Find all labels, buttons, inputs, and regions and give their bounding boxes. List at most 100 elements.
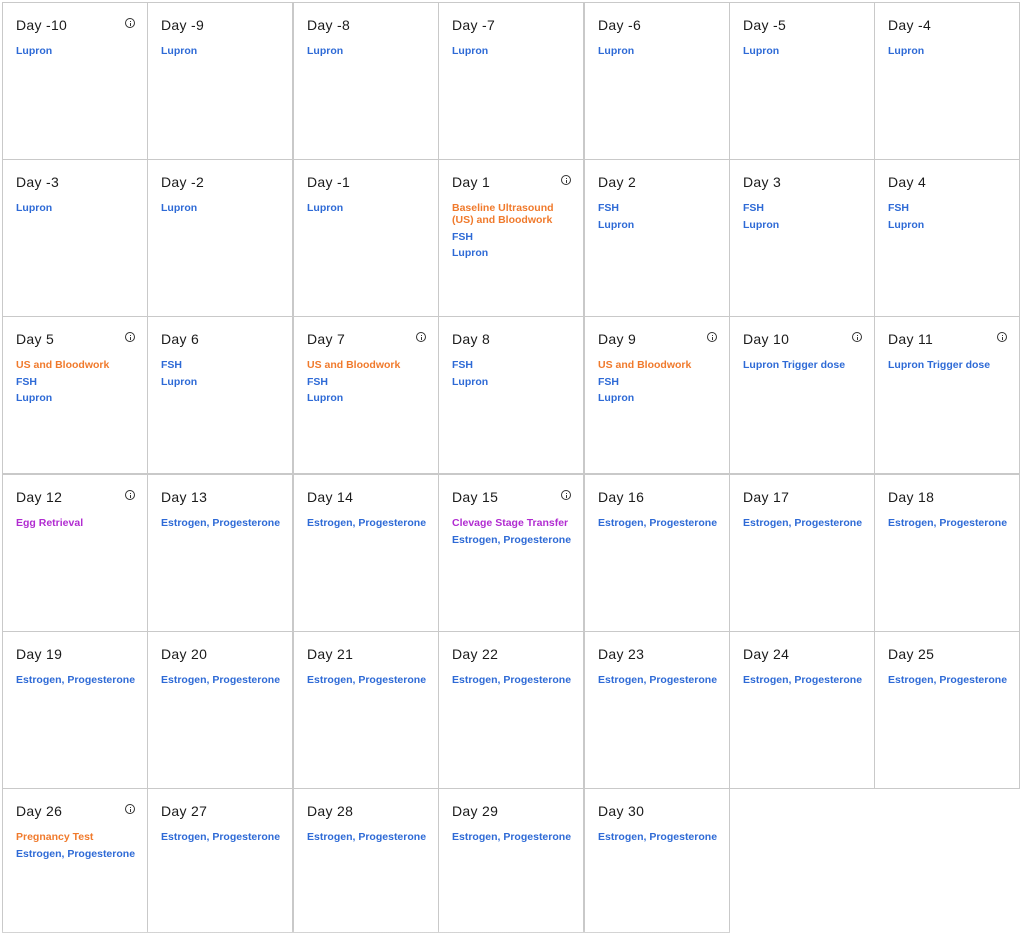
info-icon[interactable]: [125, 18, 135, 28]
event-item[interactable]: Estrogen, Progesterone: [598, 831, 721, 843]
event-item[interactable]: Lupron: [598, 45, 721, 57]
day-cell[interactable]: Day 19 Estrogen, Progesterone: [2, 631, 148, 789]
event-item[interactable]: Lupron: [16, 202, 139, 214]
event-item[interactable]: Lupron: [161, 202, 284, 214]
event-item[interactable]: Estrogen, Progesterone: [452, 534, 575, 546]
info-icon[interactable]: [561, 175, 571, 185]
day-cell[interactable]: Day -6 Lupron: [584, 2, 730, 160]
event-item[interactable]: FSH: [16, 376, 139, 388]
event-item[interactable]: FSH: [161, 359, 284, 371]
event-item[interactable]: Pregnancy Test: [16, 831, 139, 843]
day-cell[interactable]: Day 3 FSH Lupron: [729, 159, 875, 317]
event-item[interactable]: Estrogen, Progesterone: [307, 831, 430, 843]
info-icon[interactable]: [125, 490, 135, 500]
day-cell[interactable]: Day 2 FSH Lupron: [584, 159, 730, 317]
day-cell[interactable]: Day -4 Lupron: [874, 2, 1020, 160]
day-cell[interactable]: Day 9 US and Bloodwork FSH Lupron: [584, 316, 730, 474]
day-cell[interactable]: Day 24 Estrogen, Progesterone: [729, 631, 875, 789]
day-cell[interactable]: Day 27 Estrogen, Progesterone: [147, 788, 293, 933]
event-item[interactable]: Egg Retrieval: [16, 517, 139, 529]
info-icon[interactable]: [125, 332, 135, 342]
event-item[interactable]: Lupron: [161, 45, 284, 57]
event-item[interactable]: Estrogen, Progesterone: [598, 674, 721, 686]
event-item[interactable]: Lupron: [888, 219, 1011, 231]
day-cell[interactable]: Day -5 Lupron: [729, 2, 875, 160]
event-item[interactable]: Clevage Stage Transfer: [452, 517, 575, 529]
event-item[interactable]: Estrogen, Progesterone: [598, 517, 721, 529]
day-cell[interactable]: Day 28 Estrogen, Progesterone: [293, 788, 439, 933]
day-cell[interactable]: Day 30 Estrogen, Progesterone: [584, 788, 730, 933]
event-item[interactable]: Estrogen, Progesterone: [161, 831, 284, 843]
event-item[interactable]: Estrogen, Progesterone: [307, 674, 430, 686]
day-cell[interactable]: Day 20 Estrogen, Progesterone: [147, 631, 293, 789]
info-icon[interactable]: [707, 332, 717, 342]
event-item[interactable]: FSH: [598, 376, 721, 388]
info-icon[interactable]: [125, 804, 135, 814]
event-item[interactable]: Lupron Trigger dose: [888, 359, 1011, 371]
event-item[interactable]: Estrogen, Progesterone: [16, 848, 139, 860]
event-item[interactable]: Lupron: [743, 45, 866, 57]
event-item[interactable]: FSH: [452, 231, 575, 243]
day-cell[interactable]: Day 17 Estrogen, Progesterone: [729, 474, 875, 632]
day-cell[interactable]: Day 23 Estrogen, Progesterone: [584, 631, 730, 789]
event-item[interactable]: Lupron Trigger dose: [743, 359, 866, 371]
day-cell[interactable]: Day 14 Estrogen, Progesterone: [293, 474, 439, 632]
day-cell[interactable]: Day 21 Estrogen, Progesterone: [293, 631, 439, 789]
day-cell[interactable]: Day 8 FSH Lupron: [438, 316, 584, 474]
event-item[interactable]: US and Bloodwork: [16, 359, 139, 371]
day-cell[interactable]: Day 7 US and Bloodwork FSH Lupron: [293, 316, 439, 474]
day-cell[interactable]: Day -7 Lupron: [438, 2, 584, 160]
event-item[interactable]: Estrogen, Progesterone: [743, 674, 866, 686]
day-cell[interactable]: Day -2 Lupron: [147, 159, 293, 317]
event-item[interactable]: FSH: [452, 359, 575, 371]
day-cell[interactable]: Day 11 Lupron Trigger dose: [874, 316, 1020, 474]
event-item[interactable]: Lupron: [161, 376, 284, 388]
info-icon[interactable]: [416, 332, 426, 342]
event-item[interactable]: Estrogen, Progesterone: [743, 517, 866, 529]
event-item[interactable]: Lupron: [307, 202, 430, 214]
day-cell[interactable]: Day 4 FSH Lupron: [874, 159, 1020, 317]
day-cell[interactable]: Day -3 Lupron: [2, 159, 148, 317]
day-cell[interactable]: Day 22 Estrogen, Progesterone: [438, 631, 584, 789]
event-item[interactable]: Lupron: [598, 392, 721, 404]
event-item[interactable]: US and Bloodwork: [598, 359, 721, 371]
event-item[interactable]: Lupron: [452, 45, 575, 57]
day-cell[interactable]: Day 6 FSH Lupron: [147, 316, 293, 474]
info-icon[interactable]: [561, 490, 571, 500]
event-item[interactable]: Estrogen, Progesterone: [888, 517, 1011, 529]
day-cell[interactable]: Day 13 Estrogen, Progesterone: [147, 474, 293, 632]
event-item[interactable]: Lupron: [16, 392, 139, 404]
day-cell[interactable]: Day 1 Baseline Ultrasound (US) and Bloodw…: [438, 159, 584, 317]
day-cell[interactable]: Day 10 Lupron Trigger dose: [729, 316, 875, 474]
event-item[interactable]: Lupron: [16, 45, 139, 57]
day-cell[interactable]: Day 25 Estrogen, Progesterone: [874, 631, 1020, 789]
event-item[interactable]: Estrogen, Progesterone: [888, 674, 1011, 686]
day-cell[interactable]: Day -10 Lupron: [2, 2, 148, 160]
event-item[interactable]: Baseline Ultrasound (US) and Bloodwork: [452, 202, 575, 226]
day-cell[interactable]: Day -1 Lupron: [293, 159, 439, 317]
day-cell[interactable]: Day 18 Estrogen, Progesterone: [874, 474, 1020, 632]
day-cell[interactable]: Day 15 Clevage Stage Transfer Estrogen, Pr…: [438, 474, 584, 632]
event-item[interactable]: Lupron: [452, 376, 575, 388]
day-cell[interactable]: Day 12 Egg Retrieval: [2, 474, 148, 632]
info-icon[interactable]: [852, 332, 862, 342]
day-cell[interactable]: Day 29 Estrogen, Progesterone: [438, 788, 584, 933]
day-cell[interactable]: Day 26 Pregnancy Test Estrogen, Progestero…: [2, 788, 148, 933]
event-item[interactable]: Estrogen, Progesterone: [16, 674, 139, 686]
event-item[interactable]: Estrogen, Progesterone: [452, 831, 575, 843]
event-item[interactable]: FSH: [307, 376, 430, 388]
day-cell[interactable]: Day 5 US and Bloodwork FSH Lupron: [2, 316, 148, 474]
event-item[interactable]: FSH: [888, 202, 1011, 214]
event-item[interactable]: Estrogen, Progesterone: [161, 674, 284, 686]
event-item[interactable]: Lupron: [888, 45, 1011, 57]
event-item[interactable]: Lupron: [598, 219, 721, 231]
event-item[interactable]: Lupron: [307, 392, 430, 404]
event-item[interactable]: Estrogen, Progesterone: [307, 517, 430, 529]
event-item[interactable]: FSH: [743, 202, 866, 214]
event-item[interactable]: Lupron: [743, 219, 866, 231]
event-item[interactable]: Lupron: [452, 247, 575, 259]
event-item[interactable]: Lupron: [307, 45, 430, 57]
event-item[interactable]: Estrogen, Progesterone: [452, 674, 575, 686]
day-cell[interactable]: Day -9 Lupron: [147, 2, 293, 160]
day-cell[interactable]: Day -8 Lupron: [293, 2, 439, 160]
